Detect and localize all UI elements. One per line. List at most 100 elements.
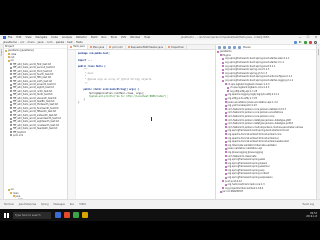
file-icon bbox=[10, 93, 12, 96]
java-file-icon bbox=[127, 46, 130, 48]
chrome-icon[interactable] bbox=[73, 212, 79, 218]
editor-tab[interactable]: pom.xml bbox=[107, 45, 126, 49]
maven-tree-item-label: org.springframework.boot:spring-boot-sta… bbox=[225, 61, 284, 65]
build-icon[interactable] bbox=[294, 40, 297, 44]
menu-item-file[interactable]: File bbox=[8, 36, 12, 39]
dependency-icon bbox=[222, 68, 224, 71]
menu-item-view[interactable]: View bbox=[25, 36, 31, 39]
event-log-button[interactable]: Event Log bbox=[303, 203, 314, 206]
explorer-icon[interactable] bbox=[55, 212, 61, 218]
breadcrumb-item[interactable]: javaDemo bbox=[3, 40, 17, 44]
file-icon bbox=[10, 70, 12, 73]
breadcrumb-item[interactable]: Hello bbox=[76, 40, 83, 44]
bottom-tab-terminal[interactable]: Terminal bbox=[4, 203, 14, 206]
java-file-icon bbox=[168, 46, 171, 48]
breadcrumb-separator-icon: › bbox=[35, 40, 37, 44]
breadcrumb-item[interactable]: main bbox=[28, 40, 35, 44]
menu-item-tools[interactable]: Tools bbox=[110, 36, 116, 39]
system-clock[interactable]: 09:52 2019-1-8 bbox=[306, 212, 317, 218]
menu-item-analyze[interactable]: Analyze bbox=[62, 36, 72, 39]
breadcrumb-item[interactable]: pekka bbox=[56, 40, 64, 44]
dependency-icon bbox=[224, 155, 227, 158]
menu-item-vcs[interactable]: VCS bbox=[121, 36, 126, 39]
breadcrumb-item[interactable]: com bbox=[47, 40, 53, 44]
intellij-logo-icon bbox=[3, 36, 6, 39]
folder-icon bbox=[7, 53, 10, 56]
stop-icon[interactable] bbox=[309, 40, 312, 44]
code-area[interactable]: package com.pekka.test; import ... public … bbox=[78, 52, 214, 105]
menu-item-build[interactable]: Build bbox=[91, 36, 98, 39]
menu-item-help[interactable]: Help bbox=[144, 36, 150, 39]
maven-tree-item-label: org.slf4j:jul-to-slf4j:1.7.25 bbox=[227, 97, 258, 101]
breadcrumb-separator-icon: › bbox=[25, 40, 27, 44]
run-maven-icon[interactable] bbox=[233, 45, 236, 49]
maven-tree-item-label: org.springframework.boot:spring-boot-sta… bbox=[227, 129, 289, 133]
windows-start-icon[interactable] bbox=[4, 212, 9, 218]
taskbar-search-input[interactable]: Type here to search bbox=[13, 211, 51, 219]
maven-tree-item[interactable]: jar:1.0-SNAPSHOT bbox=[216, 190, 316, 194]
file-icon bbox=[10, 131, 12, 134]
dependency-icon bbox=[224, 151, 227, 154]
dependency-icon bbox=[222, 187, 224, 190]
menu-item-run[interactable]: Run bbox=[101, 36, 106, 39]
intellij-taskbar-icon[interactable] bbox=[64, 212, 70, 218]
bottom-tab-spring[interactable]: Spring bbox=[41, 203, 48, 206]
menu-item-refactor[interactable]: Refactor bbox=[76, 36, 87, 39]
dependency-icon bbox=[224, 108, 227, 111]
folder-icon bbox=[7, 188, 10, 191]
editor-tab-label: RequestedWithHeader.java bbox=[130, 45, 164, 49]
dependency-icon bbox=[227, 86, 229, 89]
editor-tab-label: Dispatcher bbox=[171, 45, 185, 49]
editor-tab[interactable]: RequestedWithHeader.java bbox=[126, 45, 167, 49]
bottom-tab-run[interactable]: Run bbox=[70, 203, 74, 206]
file-icon bbox=[10, 103, 12, 106]
menu-item-edit[interactable]: Edit bbox=[16, 36, 21, 39]
bottom-tab-todo[interactable]: TODO bbox=[79, 203, 86, 206]
java-file-icon bbox=[89, 46, 92, 48]
folder-icon[interactable] bbox=[82, 212, 88, 218]
project-panel-title: Project bbox=[5, 45, 14, 48]
add-icon[interactable] bbox=[223, 45, 226, 49]
java-file-icon bbox=[109, 46, 112, 48]
dependency-icon bbox=[219, 190, 222, 193]
download-icon[interactable] bbox=[228, 45, 231, 49]
breadcrumb: javaDemo › src › main › java › com › pekka › test › He… bbox=[3, 40, 84, 44]
dependency-icon bbox=[224, 129, 227, 132]
menu-item-window[interactable]: Window bbox=[130, 36, 140, 39]
maven-tree-item-label: org.apache.tomcat.embed:tomcat-embed-el bbox=[227, 136, 279, 140]
dependency-icon bbox=[222, 65, 224, 68]
maven-tree-item-label: com.fasterxml.jackson.module:jackson-mod… bbox=[227, 125, 304, 129]
editor-tab[interactable]: Main.java bbox=[88, 45, 108, 49]
dependency-icon bbox=[224, 172, 227, 175]
editor-tab[interactable]: Hello.java bbox=[68, 45, 88, 49]
maven-tree-item-label: org.apache.tomcat.embed:tomcat-embed-web… bbox=[227, 140, 289, 144]
dependency-icon bbox=[224, 137, 227, 140]
project-tree: javaDemo [javaDemo] .idea out src ffff_add_h… bbox=[4, 49, 67, 199]
file-icon bbox=[10, 73, 12, 76]
file-icon bbox=[10, 97, 12, 100]
code-editor: Hello.java Main.java pom.xml RequestedWithH… bbox=[68, 45, 216, 199]
mouse-cursor bbox=[151, 117, 152, 121]
dependency-icon bbox=[224, 115, 227, 118]
menu-item-navigate[interactable]: Navigate bbox=[36, 36, 48, 39]
toggle-offline-icon[interactable] bbox=[238, 45, 241, 49]
bottom-tab-java-enterprise[interactable]: Java Enterprise bbox=[19, 203, 36, 206]
search-icon[interactable] bbox=[314, 40, 317, 44]
editor-tab[interactable]: Dispatcher bbox=[166, 45, 188, 49]
breadcrumb-item[interactable]: src bbox=[20, 40, 24, 44]
refresh-icon[interactable] bbox=[218, 45, 221, 49]
maven-tool-tab[interactable]: Maven bbox=[318, 49, 320, 56]
project-tool-tab[interactable]: Project bbox=[1, 49, 3, 56]
breadcrumb-item[interactable]: test bbox=[67, 40, 72, 44]
dependency-icon bbox=[222, 75, 224, 78]
file-icon bbox=[10, 117, 12, 120]
debug-icon[interactable] bbox=[304, 40, 307, 44]
run-icon[interactable] bbox=[299, 41, 302, 43]
dependency-icon bbox=[222, 180, 224, 183]
dependency-icon bbox=[224, 144, 227, 147]
bottom-tab-messages[interactable]: Messages bbox=[54, 203, 65, 206]
dependency-icon bbox=[222, 61, 224, 64]
menu-item-code[interactable]: Code bbox=[51, 36, 58, 39]
os-taskbar-area: Type here to search 09:52 2019-1-8 bbox=[0, 209, 320, 240]
breadcrumb-item[interactable]: java bbox=[38, 40, 44, 44]
